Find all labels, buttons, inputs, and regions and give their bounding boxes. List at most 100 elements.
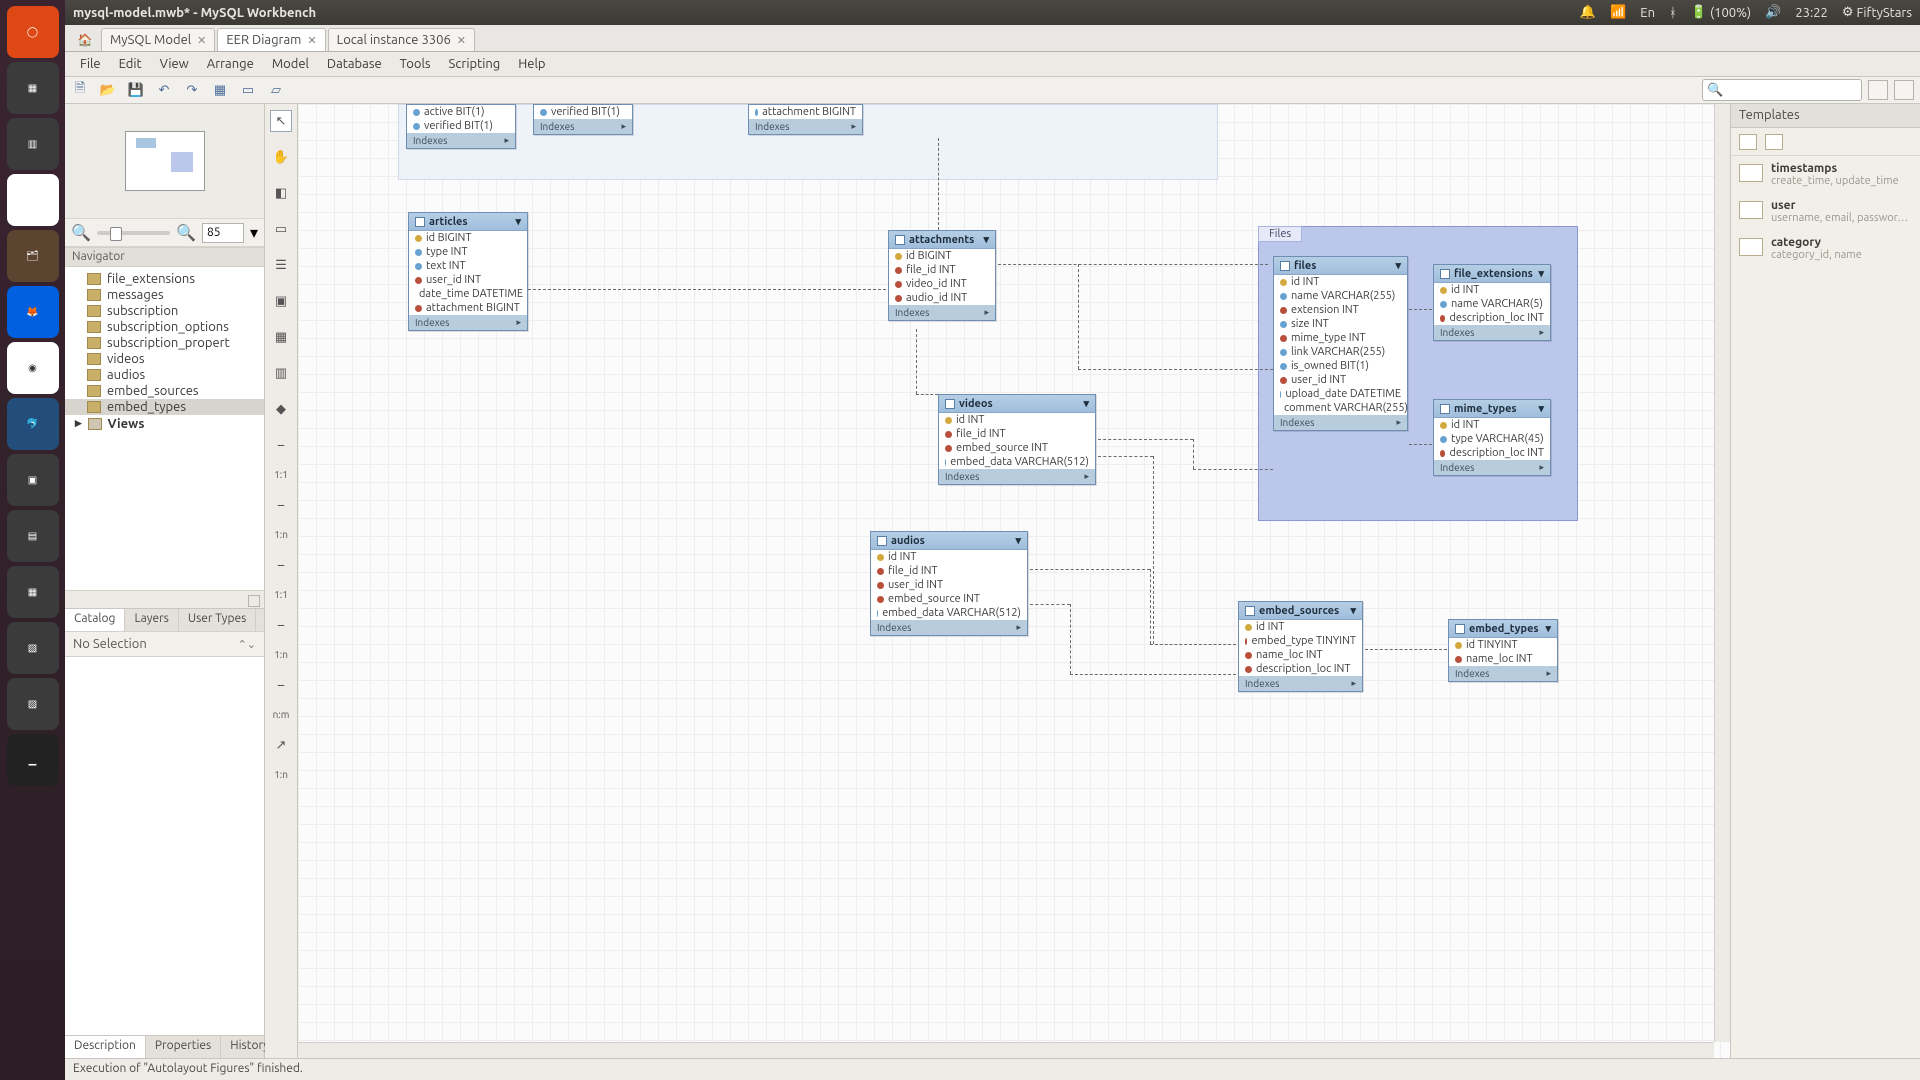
notation-icon[interactable]: ▱ bbox=[267, 81, 285, 99]
menu-database[interactable]: Database bbox=[318, 57, 391, 71]
catalog-tree[interactable]: file_extensions messages subscription su… bbox=[65, 267, 264, 590]
save-icon[interactable]: 💾 bbox=[127, 81, 145, 99]
redo-icon[interactable]: ↷ bbox=[183, 81, 201, 99]
zoom-out-icon[interactable]: 🔍 bbox=[71, 223, 91, 242]
relationship-line[interactable] bbox=[1150, 569, 1151, 644]
tool-rel-1-n-id[interactable]: ⎯ bbox=[270, 614, 292, 636]
doc-tab[interactable]: EER Diagram✕ bbox=[217, 28, 325, 51]
chevron-down-icon[interactable]: ▾ bbox=[1395, 259, 1401, 272]
nav-tab-catalog[interactable]: Catalog bbox=[65, 609, 125, 631]
table-file-extensions[interactable]: file_extensions▾ id INT name VARCHAR(5) … bbox=[1433, 264, 1551, 341]
menu-edit[interactable]: Edit bbox=[110, 57, 151, 71]
launcher-app-icon[interactable]: ▧ bbox=[7, 622, 59, 674]
canvas-scrollbar-h[interactable] bbox=[298, 1042, 1714, 1058]
table-articles[interactable]: articles ▾ id BIGINT type INT text INT u… bbox=[408, 212, 528, 331]
tool-rel-1-1-id[interactable]: ⎯ bbox=[270, 554, 292, 576]
relationship-line[interactable] bbox=[1070, 604, 1071, 674]
close-icon[interactable]: ✕ bbox=[307, 34, 316, 47]
template-list-icon[interactable] bbox=[1765, 134, 1783, 150]
diagram-canvas[interactable]: Files active BIT(1) verified BIT(1) Inde… bbox=[298, 104, 1730, 1058]
menu-file[interactable]: File bbox=[71, 57, 110, 71]
nav-tab-user-types[interactable]: User Types bbox=[179, 609, 256, 631]
tool-hand[interactable]: ✋ bbox=[270, 146, 292, 168]
zoom-dropdown-icon[interactable]: ▾ bbox=[250, 223, 258, 242]
close-icon[interactable]: ✕ bbox=[197, 34, 206, 47]
tool-rel-existing[interactable]: ↗ bbox=[270, 734, 292, 756]
table-files[interactable]: files▾ id INT name VARCHAR(255) extensio… bbox=[1273, 256, 1408, 431]
launcher-app-icon[interactable]: ▦ bbox=[7, 62, 59, 114]
birds-eye-view[interactable] bbox=[65, 104, 264, 219]
relationship-line[interactable] bbox=[528, 289, 886, 290]
relationship-line[interactable] bbox=[916, 394, 938, 395]
relationship-line[interactable] bbox=[1070, 674, 1236, 675]
launcher-terminal-icon[interactable]: ▁ bbox=[7, 734, 59, 786]
align-icon[interactable]: ▭ bbox=[239, 81, 257, 99]
relationship-line[interactable] bbox=[998, 264, 1268, 265]
expand-icon[interactable]: ▸ bbox=[75, 416, 82, 431]
undo-icon[interactable]: ↶ bbox=[155, 81, 173, 99]
tool-rel-1-n-non[interactable]: ⎯ bbox=[270, 494, 292, 516]
launcher-files-icon[interactable]: 🗂 bbox=[7, 230, 59, 282]
relationship-line[interactable] bbox=[1078, 369, 1273, 370]
clock[interactable]: 23:22 bbox=[1795, 6, 1828, 20]
menu-help[interactable]: Help bbox=[509, 57, 554, 71]
relationship-line[interactable] bbox=[1030, 604, 1070, 605]
relationship-line[interactable] bbox=[1150, 644, 1236, 645]
relationship-line[interactable] bbox=[1098, 439, 1193, 440]
zoom-value-input[interactable]: 85 bbox=[202, 223, 244, 243]
tool-pointer[interactable]: ↖ bbox=[270, 110, 292, 132]
battery-indicator[interactable]: 🔋 (100%) bbox=[1691, 5, 1751, 20]
open-file-icon[interactable]: 📂 bbox=[99, 81, 117, 99]
launcher-workbench-icon[interactable]: 🐬 bbox=[7, 398, 59, 450]
tool-rel-1-1-non[interactable]: ⎯ bbox=[270, 434, 292, 456]
template-item[interactable]: userusername, email, passwor… bbox=[1731, 193, 1920, 230]
zoom-slider[interactable] bbox=[97, 231, 170, 235]
menu-tools[interactable]: Tools bbox=[391, 57, 440, 71]
relationship-line[interactable] bbox=[1193, 439, 1194, 469]
table-mime-types[interactable]: mime_types▾ id INT type VARCHAR(45) desc… bbox=[1433, 399, 1551, 476]
relationship-line[interactable] bbox=[1030, 569, 1150, 570]
table-videos[interactable]: videos▾ id INT file_id INT embed_source … bbox=[938, 394, 1096, 485]
table-attachments[interactable]: attachments▾ id BIGINT file_id INT video… bbox=[888, 230, 996, 321]
grid-icon[interactable]: ▦ bbox=[211, 81, 229, 99]
launcher-firefox-icon[interactable]: 🦊 bbox=[7, 286, 59, 338]
tree-scrollbar-h[interactable] bbox=[65, 590, 264, 608]
table-audios[interactable]: audios▾ id INT file_id INT user_id INT e… bbox=[870, 531, 1028, 636]
launcher-app-icon[interactable]: ▤ bbox=[7, 510, 59, 562]
relationship-line[interactable] bbox=[938, 138, 939, 230]
table-partial[interactable]: active BIT(1) verified BIT(1) Indexes bbox=[406, 104, 516, 149]
tool-note[interactable]: ☰ bbox=[270, 254, 292, 276]
notifications-icon[interactable]: 🔔 bbox=[1580, 5, 1596, 20]
chevron-down-icon[interactable]: ▾ bbox=[983, 233, 989, 246]
launcher-chrome-icon[interactable]: ◉ bbox=[7, 342, 59, 394]
relationship-line[interactable] bbox=[1098, 456, 1153, 457]
selection-indicator[interactable]: No Selection ⌃⌄ bbox=[65, 631, 264, 657]
chevron-down-icon[interactable]: ▾ bbox=[1015, 534, 1021, 547]
chevron-down-icon[interactable]: ▾ bbox=[1538, 402, 1544, 415]
relationship-line[interactable] bbox=[1409, 444, 1432, 445]
doc-tab[interactable]: MySQL Model✕ bbox=[101, 28, 215, 51]
chevron-down-icon[interactable]: ▾ bbox=[1350, 604, 1356, 617]
chevron-down-icon[interactable]: ▾ bbox=[1538, 267, 1544, 280]
network-icon[interactable]: 📶 bbox=[1610, 5, 1626, 20]
relationship-line[interactable] bbox=[1409, 309, 1432, 310]
tab-description[interactable]: Description bbox=[65, 1036, 146, 1058]
tool-image[interactable]: ▣ bbox=[270, 290, 292, 312]
launcher-app-icon[interactable]: ▥ bbox=[7, 118, 59, 170]
volume-icon[interactable]: 🔊 bbox=[1765, 5, 1781, 20]
canvas-scrollbar-v[interactable] bbox=[1714, 104, 1730, 1042]
launcher-app-icon[interactable]: ▦ bbox=[7, 566, 59, 618]
menu-arrange[interactable]: Arrange bbox=[198, 57, 263, 71]
panel-toggle-left[interactable] bbox=[1868, 80, 1888, 100]
relationship-line[interactable] bbox=[1153, 456, 1154, 644]
template-item[interactable]: timestampscreate_time, update_time bbox=[1731, 156, 1920, 193]
tool-eraser[interactable]: ◧ bbox=[270, 182, 292, 204]
doc-tab[interactable]: Local instance 3306✕ bbox=[328, 28, 475, 51]
chevron-down-icon[interactable]: ▾ bbox=[515, 215, 521, 228]
tool-view[interactable]: ▥ bbox=[270, 362, 292, 384]
new-file-icon[interactable]: 🗎 bbox=[71, 81, 89, 99]
relationship-line[interactable] bbox=[1193, 469, 1273, 470]
launcher-app-icon[interactable]: ▣ bbox=[7, 454, 59, 506]
bluetooth-icon[interactable]: ᚼ bbox=[1669, 6, 1677, 20]
panel-toggle-right[interactable] bbox=[1894, 80, 1914, 100]
